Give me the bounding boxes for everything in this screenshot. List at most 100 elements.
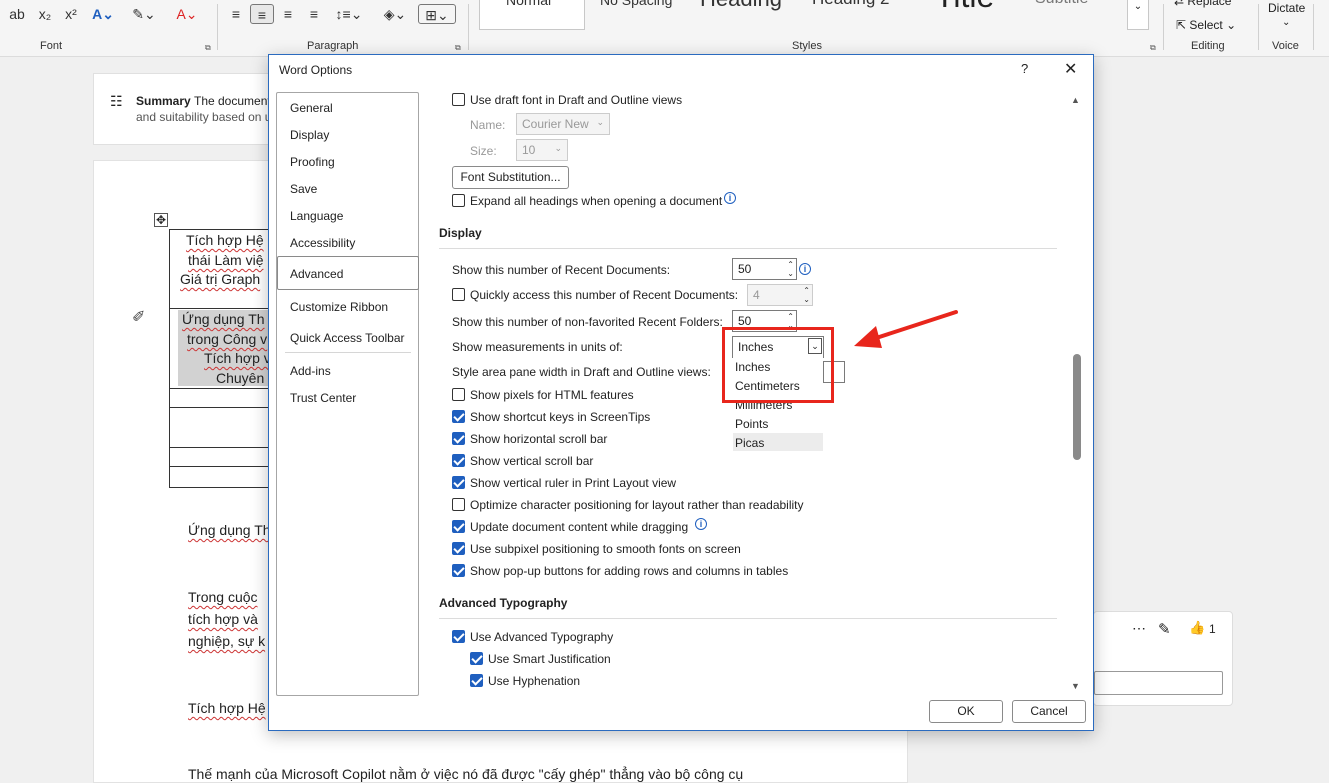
nav-display[interactable]: Display xyxy=(290,128,329,142)
table-cell-text: thái Làm việ xyxy=(188,252,264,268)
shading-icon[interactable]: ◈⌄ xyxy=(378,4,412,24)
help-button[interactable]: ? xyxy=(1021,61,1028,76)
smart-justification-checkbox[interactable] xyxy=(470,652,483,665)
font-color-icon[interactable]: A⌄ xyxy=(170,4,204,24)
cancel-button[interactable]: Cancel xyxy=(1012,700,1086,723)
units-option-points[interactable]: Points xyxy=(735,417,768,431)
align-center-icon[interactable]: ≡ xyxy=(250,4,274,24)
dictate-button[interactable]: Dictate xyxy=(1268,1,1305,15)
style-no-spacing[interactable]: No Spacing xyxy=(600,0,672,8)
font-substitution-button[interactable]: Font Substitution... xyxy=(452,166,569,189)
nav-advanced[interactable]: Advanced xyxy=(277,256,419,290)
edit-pencil-icon[interactable]: ✎ xyxy=(1158,620,1171,638)
align-right-icon[interactable]: ≡ xyxy=(278,4,298,24)
doc-paragraph: tích hợp và xyxy=(188,611,258,627)
justify-icon[interactable]: ≡ xyxy=(304,4,324,24)
word-options-dialog: Word Options ? ✕ General Display Proofin… xyxy=(268,54,1094,731)
quick-access-checkbox[interactable] xyxy=(452,288,465,301)
style-normal[interactable]: Normal xyxy=(479,0,585,30)
nav-general[interactable]: General xyxy=(290,101,333,115)
nav-quick-access-toolbar[interactable]: Quick Access Toolbar xyxy=(290,331,405,345)
display-check-label: Show vertical scroll bar xyxy=(470,454,594,468)
display-checkbox[interactable] xyxy=(452,542,465,555)
display-checkbox[interactable] xyxy=(452,454,465,467)
draft-font-name-select[interactable]: Courier New ⌄ xyxy=(516,113,610,135)
font-launcher-icon[interactable]: ⧉ xyxy=(205,43,211,53)
styles-more-icon[interactable]: ⌄ xyxy=(1127,0,1149,30)
display-check-label: Use subpixel positioning to smooth fonts… xyxy=(470,542,741,556)
display-checkbox[interactable] xyxy=(452,410,465,423)
info-icon[interactable]: i xyxy=(724,192,736,204)
ok-button[interactable]: OK xyxy=(929,700,1003,723)
recent-docs-spinner[interactable]: 50 ⌃ ⌄ xyxy=(732,258,797,280)
separator xyxy=(1163,4,1164,50)
annotation-highlight-box xyxy=(722,327,834,403)
display-check-label: Show horizontal scroll bar xyxy=(470,432,608,446)
hyphenation-label: Use Hyphenation xyxy=(488,674,581,688)
quick-access-label: Quickly access this number of Recent Doc… xyxy=(470,288,739,302)
close-icon[interactable]: ✕ xyxy=(1064,59,1077,79)
info-icon[interactable]: i xyxy=(695,518,707,530)
text-effects-icon[interactable]: A⌄ xyxy=(88,4,118,24)
table-border xyxy=(169,308,269,309)
line-spacing-icon[interactable]: ↕≡⌄ xyxy=(332,4,366,24)
like-icon[interactable]: 👍 xyxy=(1189,620,1205,636)
copilot-pen-icon[interactable]: ✐ xyxy=(132,307,145,327)
draft-font-size-select[interactable]: 10 ⌄ xyxy=(516,139,568,161)
nav-customize-ribbon[interactable]: Customize Ribbon xyxy=(290,300,388,314)
draft-font-checkbox[interactable] xyxy=(452,93,465,106)
select-button[interactable]: ⇱ Select ⌄ xyxy=(1176,18,1236,32)
doc-paragraph: Tích hợp Hệ xyxy=(188,700,266,716)
scroll-up-icon[interactable]: ▲ xyxy=(1071,95,1080,105)
quick-access-spinner[interactable]: 4 ⌃ ⌄ xyxy=(747,284,813,306)
hyphenation-checkbox[interactable] xyxy=(470,674,483,687)
display-checkbox[interactable] xyxy=(452,520,465,533)
advanced-typography-label: Use Advanced Typography xyxy=(470,630,614,644)
strikethrough-button[interactable]: ab xyxy=(6,4,28,24)
nav-proofing[interactable]: Proofing xyxy=(290,155,335,169)
highlight-icon[interactable]: ✎⌄ xyxy=(128,4,160,24)
display-checkbox[interactable] xyxy=(452,388,465,401)
units-option-picas[interactable]: Picas xyxy=(735,436,764,450)
typography-section-header: Advanced Typography xyxy=(439,596,568,610)
superscript-button[interactable]: x² xyxy=(62,4,80,24)
info-icon[interactable]: i xyxy=(799,263,811,275)
style-title[interactable]: Title xyxy=(935,0,994,15)
scroll-thumb[interactable] xyxy=(1073,354,1081,460)
replace-button[interactable]: ⇄ Replace xyxy=(1174,0,1231,8)
doc-paragraph: Thế mạnh của Microsoft Copilot nằm ở việ… xyxy=(188,766,744,782)
table-border xyxy=(169,487,269,488)
borders-icon[interactable]: ⊞⌄ xyxy=(418,4,456,24)
display-check-label: Show pop-up buttons for adding rows and … xyxy=(470,564,789,578)
table-cell-text: Chuyên xyxy=(216,370,265,386)
align-left-icon[interactable]: ≡ xyxy=(226,4,246,24)
display-checkbox[interactable] xyxy=(452,476,465,489)
dialog-title: Word Options xyxy=(279,63,353,77)
dictate-dropdown-icon[interactable]: ⌄ xyxy=(1282,17,1290,28)
subscript-button[interactable]: x₂ xyxy=(36,4,54,24)
nav-accessibility[interactable]: Accessibility xyxy=(290,236,355,250)
vertical-scrollbar[interactable]: ▲ ▼ xyxy=(1069,91,1083,693)
reply-input[interactable] xyxy=(1094,671,1223,695)
display-checkbox[interactable] xyxy=(452,432,465,445)
units-label: Show measurements in units of: xyxy=(452,340,623,354)
style-heading-2[interactable]: Heading 2 xyxy=(812,0,890,9)
styles-launcher-icon[interactable]: ⧉ xyxy=(1150,43,1156,53)
more-options-icon[interactable]: ⋯ xyxy=(1132,620,1146,637)
table-move-icon[interactable]: ✥ xyxy=(154,213,168,227)
paragraph-launcher-icon[interactable]: ⧉ xyxy=(455,43,461,53)
nav-language[interactable]: Language xyxy=(290,209,343,223)
display-checkbox[interactable] xyxy=(452,498,465,511)
summary-text-2: and suitability based on u xyxy=(136,110,272,124)
expand-headings-checkbox[interactable] xyxy=(452,194,465,207)
display-checkbox[interactable] xyxy=(452,564,465,577)
style-subtitle[interactable]: Subtitle xyxy=(1035,0,1088,8)
nav-save[interactable]: Save xyxy=(290,182,317,196)
display-check-label: Show shortcut keys in ScreenTips xyxy=(470,410,651,424)
scroll-down-icon[interactable]: ▼ xyxy=(1071,681,1080,691)
style-heading[interactable]: Heading xyxy=(700,0,782,12)
advanced-typography-checkbox[interactable] xyxy=(452,630,465,643)
nav-trust-center[interactable]: Trust Center xyxy=(290,391,356,405)
nav-divider xyxy=(285,352,411,353)
nav-add-ins[interactable]: Add-ins xyxy=(290,364,331,378)
